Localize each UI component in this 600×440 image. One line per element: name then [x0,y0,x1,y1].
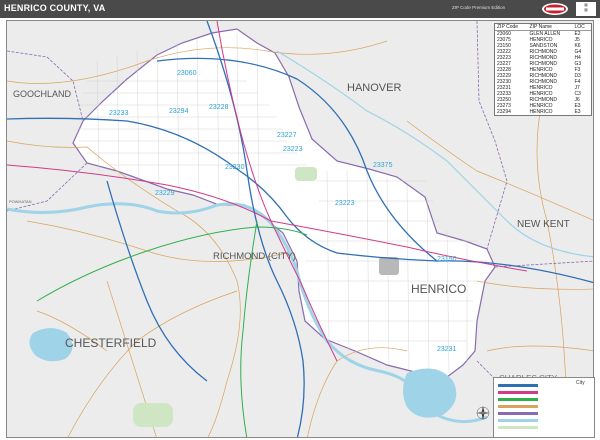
table-cell: 23294 [497,109,511,115]
table-row: 23294 HENRICO E3 [495,109,591,115]
zip-table-header: ZIP Code ZIP Name LOC [495,24,591,31]
edition-label: ZIP Code Premium Edition [452,5,506,10]
county-label-hanover: HANOVER [347,82,401,94]
zip-label: 23229 [155,190,175,197]
zip-label: 23375 [373,162,393,169]
zip-label: 23228 [209,104,229,111]
legend-county-line-swatch [498,412,538,415]
legend-road-swatch [498,405,538,408]
legend-park-swatch [498,426,538,429]
table-cell: HENRICO [529,109,553,115]
legend-interstate-swatch [498,384,538,387]
legend-us-route-swatch [498,391,538,394]
zip-label: 23230 [225,164,245,171]
map-legend: City [493,377,595,438]
legend-state-route-swatch [498,398,538,401]
park-area [295,167,317,181]
zip-code-table: ZIP Code ZIP Name LOC 23060 GLEN ALLEN E2 2… [494,23,592,116]
county-label-chesterfield: CHESTERFIELD [65,336,157,350]
zip-label: 23231 [437,346,457,353]
legend-city-label: City [576,380,585,386]
zip-label: 23294 [169,108,189,115]
county-label-henrico: HENRICO [411,282,466,296]
title-bar: HENRICO COUNTY, VA ZIP Code Premium Edit… [0,0,600,18]
zip-label: 23233 [109,110,129,117]
zip-label: 23223 [335,200,355,207]
zip-label: 23227 [277,132,297,139]
city-label-richmond: RICHMOND (CITY) [213,251,296,262]
zip-label: 23060 [177,70,197,77]
map-title: HENRICO COUNTY, VA [4,3,106,13]
store-badge-icon: ▦ ▦ [576,2,596,16]
legend-water-swatch [498,419,538,422]
zip-label: 23223 [283,146,303,153]
zip-table-body: 23060 GLEN ALLEN E2 23075 HENRICO J5 23150 SAND… [495,31,591,115]
publisher-logo-icon [542,3,568,15]
airport-area [379,257,399,275]
park-area [133,403,173,427]
county-label-goochland: GOOCHLAND [13,89,72,99]
county-label-new-kent: NEW KENT [517,219,570,230]
table-cell: E3 [574,109,581,115]
place-label-powhatan: POWHATAN [9,199,32,204]
map-page: HENRICO COUNTY, VA ZIP Code Premium Edit… [0,0,600,440]
zip-label: 23150 [437,256,457,263]
